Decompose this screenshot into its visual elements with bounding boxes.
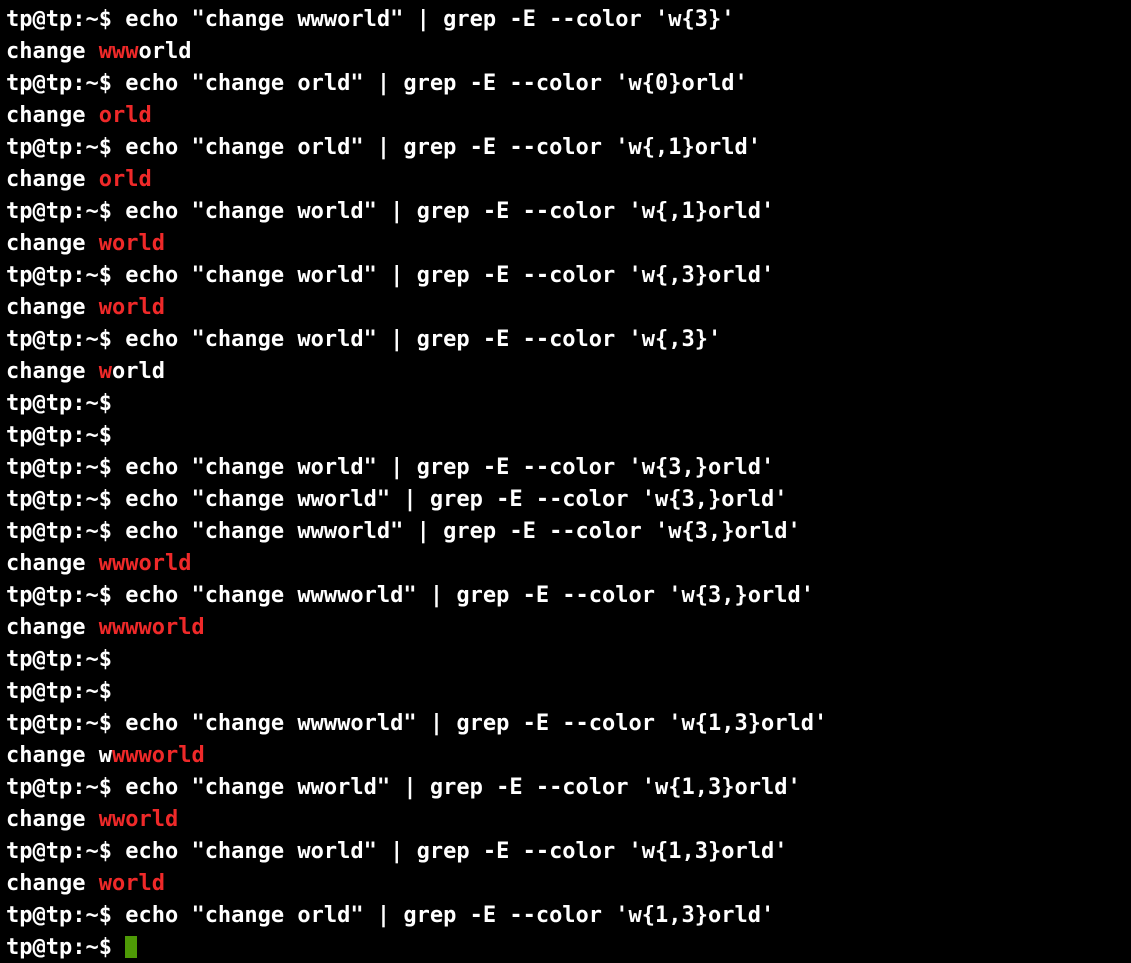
terminal-line: change orld <box>6 100 1125 132</box>
terminal-line: tp@tp:~$ echo "change world" | grep -E -… <box>6 452 1125 484</box>
terminal-window[interactable]: tp@tp:~$ echo "change wwworld" | grep -E… <box>0 0 1131 963</box>
output-text: change <box>6 295 99 320</box>
output-text: change <box>6 103 99 128</box>
shell-prompt: tp@tp:~$ <box>6 583 125 608</box>
shell-prompt: tp@tp:~$ <box>6 423 125 448</box>
output-text: change <box>6 871 99 896</box>
output-text: change <box>6 807 99 832</box>
shell-prompt: tp@tp:~$ <box>6 199 125 224</box>
command-text: echo "change wwwworld" | grep -E --color… <box>125 711 827 736</box>
shell-prompt: tp@tp:~$ <box>6 903 125 928</box>
terminal-line: change wwworld <box>6 548 1125 580</box>
shell-prompt: tp@tp:~$ <box>6 775 125 800</box>
terminal-line: tp@tp:~$ echo "change wworld" | grep -E … <box>6 484 1125 516</box>
terminal-line: change wwwworld <box>6 612 1125 644</box>
terminal-line: change world <box>6 228 1125 260</box>
grep-match: world <box>99 231 165 256</box>
shell-prompt: tp@tp:~$ <box>6 839 125 864</box>
command-text: echo "change wworld" | grep -E --color '… <box>125 775 801 800</box>
terminal-line: change world <box>6 356 1125 388</box>
terminal-line: tp@tp:~$ echo "change orld" | grep -E --… <box>6 68 1125 100</box>
terminal-line: tp@tp:~$ echo "change wwwworld" | grep -… <box>6 708 1125 740</box>
shell-prompt: tp@tp:~$ <box>6 263 125 288</box>
shell-prompt: tp@tp:~$ <box>6 135 125 160</box>
output-text: orld <box>138 39 191 64</box>
command-text: echo "change orld" | grep -E --color 'w{… <box>125 135 761 160</box>
grep-match: wwworld <box>112 743 205 768</box>
terminal-line: change world <box>6 292 1125 324</box>
grep-match: world <box>99 871 165 896</box>
terminal-line: tp@tp:~$ echo "change wworld" | grep -E … <box>6 772 1125 804</box>
grep-match: world <box>99 295 165 320</box>
terminal-line: tp@tp:~$ echo "change world" | grep -E -… <box>6 196 1125 228</box>
command-text: echo "change world" | grep -E --color 'w… <box>125 263 774 288</box>
grep-match: wwwworld <box>99 615 205 640</box>
output-text: orld <box>112 359 165 384</box>
grep-match: w <box>99 359 112 384</box>
terminal-line: tp@tp:~$ echo "change wwworld" | grep -E… <box>6 4 1125 36</box>
command-text: echo "change world" | grep -E --color 'w… <box>125 327 721 352</box>
terminal-line: tp@tp:~$ <box>6 388 1125 420</box>
output-text: change w <box>6 743 112 768</box>
terminal-line: tp@tp:~$ echo "change world" | grep -E -… <box>6 260 1125 292</box>
terminal-line: tp@tp:~$ <box>6 932 1125 963</box>
shell-prompt: tp@tp:~$ <box>6 327 125 352</box>
terminal-line: tp@tp:~$ echo "change world" | grep -E -… <box>6 324 1125 356</box>
shell-prompt: tp@tp:~$ <box>6 487 125 512</box>
grep-match: orld <box>99 103 152 128</box>
command-text: echo "change world" | grep -E --color 'w… <box>125 199 774 224</box>
terminal-line: tp@tp:~$ echo "change world" | grep -E -… <box>6 836 1125 868</box>
shell-prompt: tp@tp:~$ <box>6 455 125 480</box>
output-text: change <box>6 359 99 384</box>
grep-match: orld <box>99 167 152 192</box>
output-text: change <box>6 615 99 640</box>
command-text: echo "change world" | grep -E --color 'w… <box>125 455 774 480</box>
cursor <box>125 936 137 958</box>
terminal-line: tp@tp:~$ echo "change orld" | grep -E --… <box>6 900 1125 932</box>
shell-prompt: tp@tp:~$ <box>6 519 125 544</box>
terminal-line: tp@tp:~$ <box>6 420 1125 452</box>
terminal-line: tp@tp:~$ echo "change wwworld" | grep -E… <box>6 516 1125 548</box>
terminal-line: tp@tp:~$ <box>6 644 1125 676</box>
grep-match: www <box>99 39 139 64</box>
output-text: change <box>6 167 99 192</box>
grep-match: wwworld <box>99 551 192 576</box>
terminal-line: tp@tp:~$ echo "change wwwworld" | grep -… <box>6 580 1125 612</box>
shell-prompt: tp@tp:~$ <box>6 647 125 672</box>
terminal-line: tp@tp:~$ <box>6 676 1125 708</box>
terminal-line: change wwwworld <box>6 740 1125 772</box>
grep-match: wworld <box>99 807 178 832</box>
command-text: echo "change wworld" | grep -E --color '… <box>125 487 787 512</box>
shell-prompt: tp@tp:~$ <box>6 679 125 704</box>
output-text: change <box>6 231 99 256</box>
terminal-line: tp@tp:~$ echo "change orld" | grep -E --… <box>6 132 1125 164</box>
terminal-line: change wworld <box>6 804 1125 836</box>
shell-prompt: tp@tp:~$ <box>6 935 125 960</box>
command-text: echo "change wwworld" | grep -E --color … <box>125 7 734 32</box>
terminal-line: change orld <box>6 164 1125 196</box>
output-text: change <box>6 39 99 64</box>
command-text: echo "change orld" | grep -E --color 'w{… <box>125 903 774 928</box>
terminal-line: change world <box>6 868 1125 900</box>
shell-prompt: tp@tp:~$ <box>6 711 125 736</box>
shell-prompt: tp@tp:~$ <box>6 7 125 32</box>
command-text: echo "change world" | grep -E --color 'w… <box>125 839 787 864</box>
command-text: echo "change orld" | grep -E --color 'w{… <box>125 71 748 96</box>
output-text: change <box>6 551 99 576</box>
command-text: echo "change wwwworld" | grep -E --color… <box>125 583 814 608</box>
command-text: echo "change wwworld" | grep -E --color … <box>125 519 801 544</box>
shell-prompt: tp@tp:~$ <box>6 391 125 416</box>
terminal-line: change wwworld <box>6 36 1125 68</box>
shell-prompt: tp@tp:~$ <box>6 71 125 96</box>
